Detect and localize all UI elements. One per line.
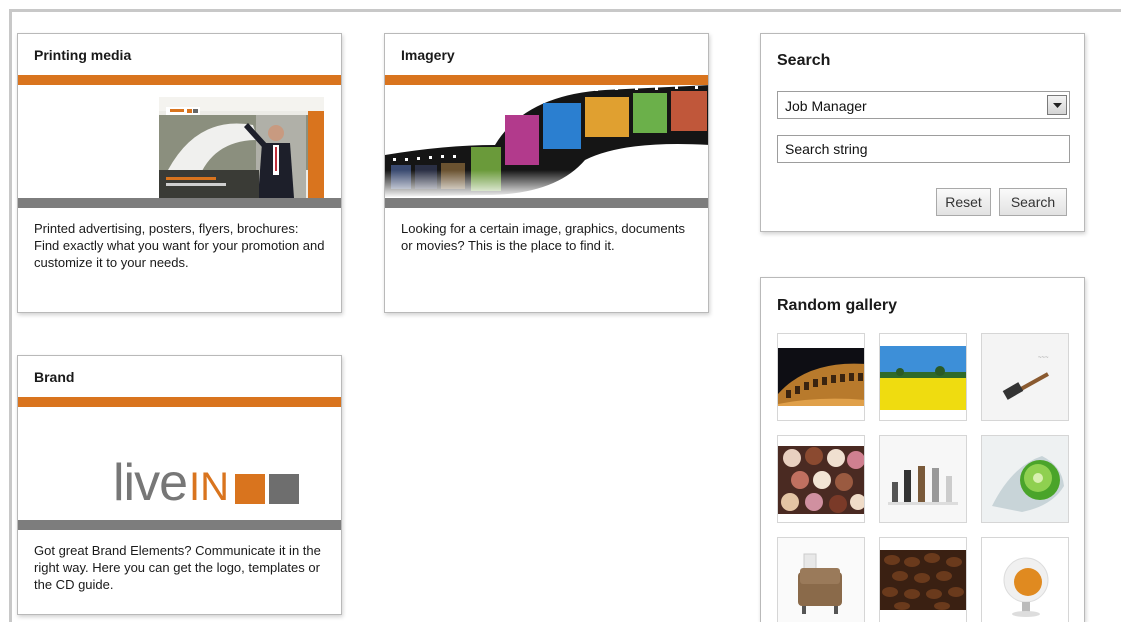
- gallery-title: Random gallery: [777, 297, 898, 314]
- reset-button[interactable]: Reset: [936, 188, 991, 216]
- search-panel: Search Job Manager Reset Search: [760, 33, 1085, 232]
- dropdown-arrow-button[interactable]: [1047, 95, 1067, 115]
- search-input[interactable]: [777, 135, 1070, 163]
- search-button[interactable]: Search: [999, 188, 1067, 216]
- livein-logo: live IN: [113, 449, 300, 512]
- search-panel-title: Search: [777, 52, 831, 69]
- tile-description: Printed advertising, posters, flyers, br…: [34, 221, 325, 270]
- grey-bar: [18, 198, 341, 208]
- yellow-field-thumb[interactable]: [879, 333, 967, 421]
- orange-bar: [18, 397, 341, 407]
- grey-bar: [385, 198, 708, 208]
- grey-bar: [18, 520, 341, 530]
- egg-chair-thumb[interactable]: [981, 537, 1069, 622]
- chairs-thumb[interactable]: [879, 435, 967, 523]
- logo-text-in: IN: [189, 465, 230, 509]
- cupcakes-thumb[interactable]: [777, 435, 865, 523]
- tile-title[interactable]: Imagery: [385, 34, 708, 75]
- hammer-thumb[interactable]: ~~~: [981, 333, 1069, 421]
- tile-description: Got great Brand Elements? Communicate it…: [34, 543, 321, 592]
- svg-text:~~~: ~~~: [1038, 355, 1049, 361]
- logo-grey-square: [269, 474, 300, 504]
- logo-orange-square: [235, 474, 266, 504]
- brand-logo-image[interactable]: live IN: [18, 407, 341, 520]
- orange-bar: [385, 75, 708, 85]
- colosseum-thumb[interactable]: [777, 333, 865, 421]
- printing-media-image[interactable]: [18, 85, 341, 198]
- logo-text-live: live: [113, 454, 188, 512]
- tile-printing-media[interactable]: Printing media Printed advertising, post…: [17, 33, 342, 313]
- category-select[interactable]: Job Manager: [777, 91, 1070, 119]
- lime-splash-thumb[interactable]: [981, 435, 1069, 523]
- orange-bar: [18, 75, 341, 85]
- tile-title[interactable]: Printing media: [18, 34, 341, 75]
- tile-description: Looking for a certain image, graphics, d…: [401, 221, 685, 253]
- imagery-filmstrip-image[interactable]: [385, 85, 708, 198]
- tile-title[interactable]: Brand: [18, 356, 341, 397]
- coffee-beans-thumb[interactable]: [879, 537, 967, 622]
- tile-imagery[interactable]: Imagery Looking for a certain image, gra…: [384, 33, 709, 313]
- armchair-thumb[interactable]: [777, 537, 865, 622]
- category-select-value: Job Manager: [785, 98, 867, 114]
- random-gallery-panel: Random gallery ~~~: [760, 277, 1085, 622]
- chevron-down-icon: [1053, 103, 1062, 108]
- tile-brand[interactable]: Brand live IN Got great Brand Elements? …: [17, 355, 342, 615]
